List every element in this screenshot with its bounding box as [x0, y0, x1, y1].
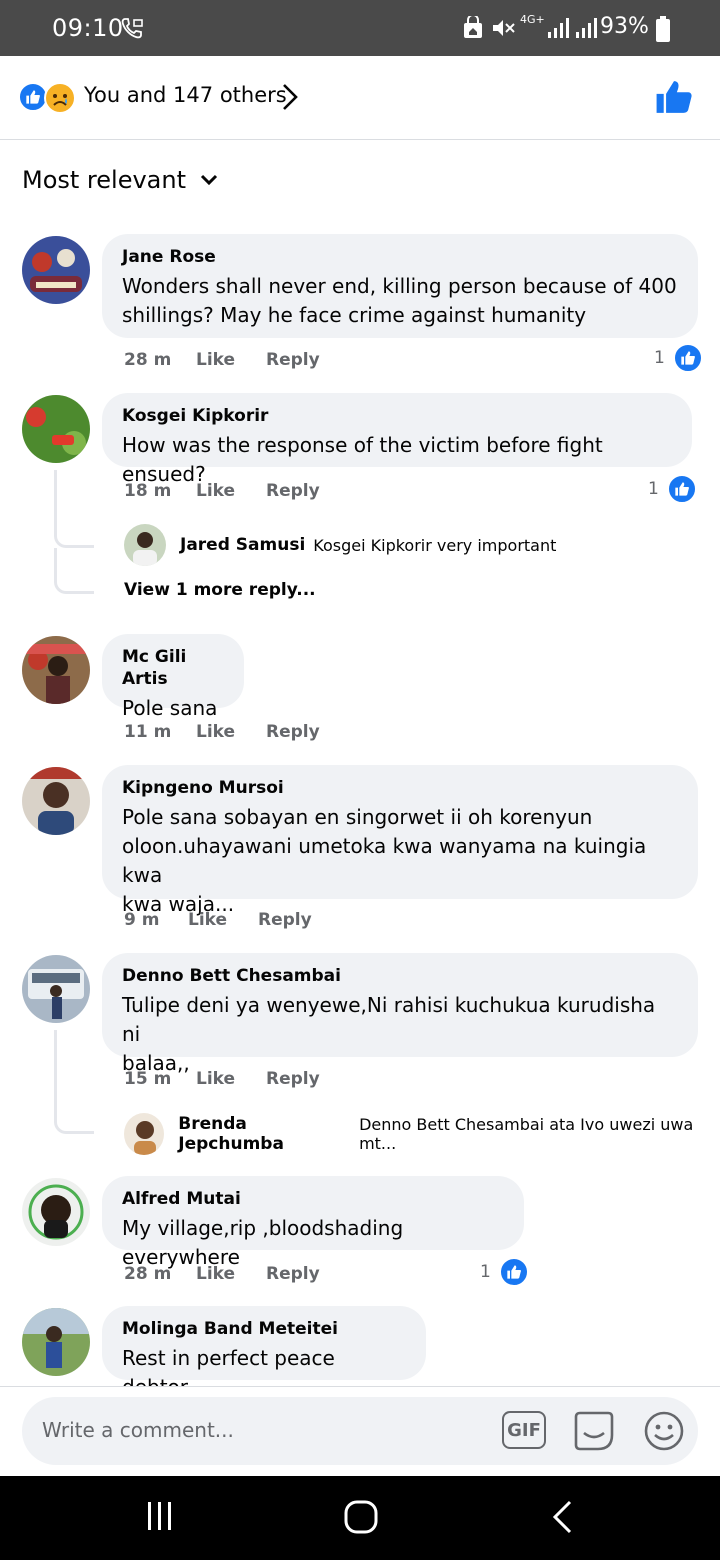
comment-text: Tulipe deni ya wenyewe,Ni rahisi kuchuku…: [122, 993, 656, 1075]
status-bar: 09:10 4G+ 93%: [0, 0, 720, 56]
home-icon[interactable]: [344, 1500, 378, 1534]
comment-time: 9 m: [124, 910, 160, 930]
reply-author[interactable]: Jared Samusi: [180, 535, 305, 555]
comment-bubble[interactable]: Jane Rose Wonders shall never end, killi…: [102, 234, 698, 338]
reply-text: Kosgei Kipkorir very important: [313, 535, 557, 555]
call-forward-icon: [121, 18, 143, 39]
sad-reaction-icon: [44, 82, 76, 114]
signal-icon: [548, 18, 569, 38]
comment-time: 15 m: [124, 1069, 172, 1089]
thread-line: [54, 470, 94, 548]
status-time: 09:10: [52, 14, 124, 42]
comment-actions: 11 m Like Reply: [124, 722, 320, 742]
comment-input-placeholder: Write a comment...: [42, 1418, 234, 1442]
comment-text: Wonders shall never end, killing person …: [122, 274, 677, 327]
sort-filter[interactable]: Most relevant: [22, 166, 218, 194]
reply-author[interactable]: Brenda Jepchumba: [178, 1114, 351, 1154]
reply-link[interactable]: Reply: [266, 481, 320, 501]
system-nav-bar: [0, 1476, 720, 1560]
comment-time: 18 m: [124, 481, 172, 501]
emoji-icon[interactable]: [642, 1409, 686, 1453]
avatar[interactable]: [22, 955, 90, 1023]
network-type: 4G+: [520, 13, 545, 26]
reply-link[interactable]: Reply: [266, 722, 320, 742]
like-link[interactable]: Like: [196, 350, 266, 370]
comment-author[interactable]: Alfred Mutai: [122, 1188, 504, 1210]
like-button-icon[interactable]: [654, 78, 694, 116]
avatar[interactable]: [22, 236, 90, 304]
view-more-replies[interactable]: View 1 more reply...: [124, 580, 316, 600]
reply-link[interactable]: Reply: [266, 350, 320, 370]
avatar[interactable]: [124, 1113, 165, 1155]
avatar[interactable]: [22, 395, 90, 463]
chevron-right-icon: [283, 84, 298, 110]
comment-bubble[interactable]: Molinga Band Meteitei Rest in perfect pe…: [102, 1306, 426, 1399]
comment-actions: 9 m Like Reply: [124, 910, 312, 930]
comment-composer: Write a comment... GIF: [0, 1386, 720, 1476]
comment-author[interactable]: Kosgei Kipkorir: [122, 405, 672, 427]
like-link[interactable]: Like: [196, 1069, 266, 1089]
thread-line: [54, 1030, 94, 1134]
comment-author[interactable]: Kipngeno Mursoi: [122, 777, 678, 799]
battery-icon: [656, 16, 670, 42]
comment-bubble[interactable]: Mc Gili Artis Pole sana: [102, 634, 244, 720]
mute-icon: [493, 20, 515, 36]
comment-author[interactable]: Mc Gili Artis: [122, 646, 224, 690]
comment-bubble[interactable]: Kipngeno Mursoi Pole sana sobayan en sin…: [102, 765, 698, 916]
comment-actions: 28 m Like Reply: [124, 350, 320, 370]
avatar[interactable]: [22, 1308, 90, 1376]
comment-actions: 28 m Like Reply: [124, 1264, 320, 1284]
like-link[interactable]: Like: [196, 1264, 266, 1284]
comment-bubble[interactable]: Denno Bett Chesambai Tulipe deni ya weny…: [102, 953, 698, 1075]
reply-preview[interactable]: Brenda Jepchumba Denno Bett Chesambai at…: [124, 1113, 720, 1155]
comment-bubble[interactable]: Kosgei Kipkorir How was the response of …: [102, 393, 692, 486]
like-icon: [666, 474, 697, 504]
comment-time: 28 m: [124, 1264, 172, 1284]
comment-text: Pole sana sobayan en singorwet ii oh kor…: [122, 805, 647, 916]
comment-time: 11 m: [124, 722, 172, 742]
like-link[interactable]: Like: [188, 910, 258, 930]
avatar[interactable]: [124, 524, 166, 566]
gif-icon[interactable]: GIF: [502, 1411, 546, 1449]
like-icon: [498, 1257, 529, 1287]
thread-line: [54, 548, 94, 594]
back-icon[interactable]: [550, 1500, 574, 1534]
comment-author[interactable]: Molinga Band Meteitei: [122, 1318, 406, 1340]
reactions-summary: You and 147 others: [84, 83, 287, 107]
reply-link[interactable]: Reply: [258, 910, 312, 930]
avatar[interactable]: [22, 636, 90, 704]
comment-bubble[interactable]: Alfred Mutai My village,rip ,bloodshadin…: [102, 1176, 524, 1269]
reply-link[interactable]: Reply: [266, 1069, 320, 1089]
comment-actions: 18 m Like Reply: [124, 481, 320, 501]
battery-percent: 93%: [600, 14, 649, 39]
comment-actions: 15 m Like Reply: [124, 1069, 320, 1089]
avatar[interactable]: [22, 767, 90, 835]
chevron-down-icon: [200, 174, 218, 186]
reactions-bar[interactable]: You and 147 others: [0, 56, 720, 140]
comment-text: Pole sana: [122, 696, 218, 720]
like-link[interactable]: Like: [196, 481, 266, 501]
reply-preview[interactable]: Jared Samusi Kosgei Kipkorir very import…: [124, 524, 556, 566]
sort-filter-label: Most relevant: [22, 166, 187, 194]
like-count[interactable]: 1: [654, 343, 703, 373]
sticker-icon[interactable]: [572, 1409, 616, 1453]
signal-2-icon: [576, 18, 597, 38]
comment-author[interactable]: Denno Bett Chesambai: [122, 965, 678, 987]
like-link[interactable]: Like: [196, 722, 266, 742]
avatar[interactable]: [22, 1178, 90, 1246]
like-icon: [672, 343, 703, 373]
like-count[interactable]: 1: [480, 1257, 529, 1287]
lock-home-icon: [464, 16, 482, 38]
like-count[interactable]: 1: [648, 474, 697, 504]
recent-apps-icon[interactable]: [144, 1500, 176, 1532]
reply-text: Denno Bett Chesambai ata Ivo uwezi uwa m…: [359, 1115, 694, 1153]
comment-time: 28 m: [124, 350, 172, 370]
comment-author[interactable]: Jane Rose: [122, 246, 678, 268]
reply-link[interactable]: Reply: [266, 1264, 320, 1284]
